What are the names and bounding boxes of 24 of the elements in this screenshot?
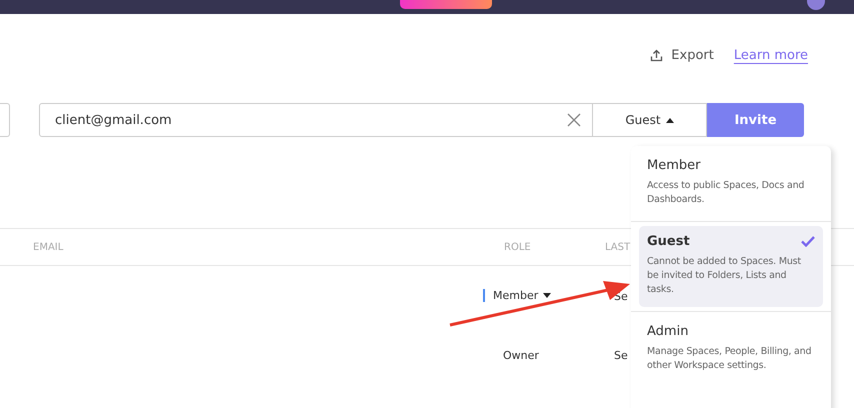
column-header: LAST — [605, 242, 630, 252]
export-button[interactable]: Export — [650, 48, 714, 62]
option-description: Cannot be added to Spaces. Must be invited to Folders, Lists and tasks. — [647, 255, 802, 297]
option-title: Guest — [647, 234, 690, 249]
caret-down-icon — [543, 293, 552, 298]
column-header: ROLE — [504, 242, 531, 252]
column-header: EMAIL — [33, 242, 64, 252]
option-description: Access to public Spaces, Docs and Dashboards. — [647, 179, 806, 207]
role-option[interactable]: Admin Manage Spaces, People, Billing, and other Workspace settings. — [639, 316, 823, 383]
upload-icon — [650, 48, 664, 62]
close-icon[interactable] — [567, 113, 581, 127]
check-icon — [801, 236, 815, 247]
option-description: Manage Spaces, People, Billing, and other Workspace settings. — [647, 345, 812, 373]
table-cell: Se — [614, 349, 628, 362]
role-option[interactable]: Member Access to public Spaces, Docs and Dashboards. — [639, 150, 823, 217]
option-title: Admin — [647, 324, 688, 339]
table-cell: Owner — [503, 349, 539, 362]
input-field[interactable] — [0, 103, 10, 137]
email-field[interactable]: client@gmail.com — [39, 103, 593, 137]
role-dropdown[interactable]: Member — [483, 289, 552, 302]
option-title: Member — [647, 158, 700, 173]
learn-more-link[interactable]: Learn more — [734, 48, 808, 62]
role-option[interactable]: Guest Cannot be added to Spaces. Must be invited to Folders, Lists and tasks. — [639, 226, 823, 307]
role-dropdown[interactable]: Guest — [593, 103, 707, 137]
